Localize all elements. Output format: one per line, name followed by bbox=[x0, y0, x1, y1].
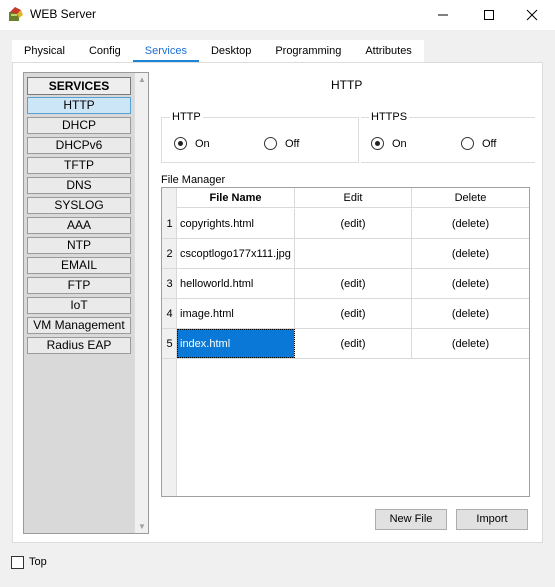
delete-link[interactable]: (delete) bbox=[412, 299, 529, 328]
maximize-icon bbox=[484, 10, 494, 20]
sidebar-scrollbar[interactable]: ▲ ▼ bbox=[134, 73, 148, 533]
https-on-label: On bbox=[392, 137, 407, 150]
sidebar-item-iot[interactable]: IoT bbox=[27, 297, 131, 314]
delete-link[interactable]: (delete) bbox=[412, 329, 529, 358]
minimize-icon bbox=[438, 14, 448, 16]
tab-attributes[interactable]: Attributes bbox=[353, 40, 424, 62]
services-sidebar: SERVICES HTTP DHCP DHCPv6 TFTP DNS SYSLO… bbox=[23, 72, 149, 534]
table-row: 3 helloworld.html (edit) (delete) bbox=[162, 269, 529, 299]
edit-link[interactable]: (edit) bbox=[295, 299, 412, 328]
https-group-label: HTTPS bbox=[369, 111, 410, 123]
https-on-radio[interactable]: On bbox=[371, 137, 407, 150]
footer-bar bbox=[0, 546, 555, 587]
close-button[interactable] bbox=[509, 0, 555, 30]
maximize-button[interactable] bbox=[466, 0, 512, 30]
table-header: File Name Edit Delete bbox=[177, 188, 529, 208]
sidebar-item-vm-management[interactable]: VM Management bbox=[27, 317, 131, 334]
sidebar-item-tftp[interactable]: TFTP bbox=[27, 157, 131, 174]
sidebar-item-http[interactable]: HTTP bbox=[27, 97, 131, 114]
table-row: 5 index.html (edit) (delete) bbox=[162, 329, 529, 359]
delete-link[interactable]: (delete) bbox=[412, 209, 529, 238]
https-off-label: Off bbox=[482, 137, 497, 150]
file-name-cell[interactable]: copyrights.html bbox=[177, 209, 295, 238]
column-header-edit: Edit bbox=[295, 188, 412, 207]
tab-desktop[interactable]: Desktop bbox=[198, 40, 264, 62]
import-button[interactable]: Import bbox=[456, 509, 528, 530]
sidebar-item-dns[interactable]: DNS bbox=[27, 177, 131, 194]
row-number: 3 bbox=[166, 278, 173, 290]
file-name-cell[interactable]: helloworld.html bbox=[177, 269, 295, 298]
scroll-up-icon[interactable]: ▲ bbox=[135, 75, 149, 84]
file-name-cell[interactable]: image.html bbox=[177, 299, 295, 328]
sidebar-item-radius-eap[interactable]: Radius EAP bbox=[27, 337, 131, 354]
edit-link bbox=[295, 239, 412, 268]
radio-selected-icon bbox=[371, 137, 384, 150]
http-group-label: HTTP bbox=[170, 111, 203, 123]
page-title: HTTP bbox=[331, 78, 363, 92]
file-manager-table: File Name Edit Delete 1 copyrights.html … bbox=[161, 187, 530, 497]
radio-selected-icon bbox=[174, 137, 187, 150]
http-off-radio[interactable]: Off bbox=[264, 137, 299, 150]
http-on-radio[interactable]: On bbox=[174, 137, 210, 150]
scroll-down-icon[interactable]: ▼ bbox=[135, 522, 149, 531]
tab-config[interactable]: Config bbox=[76, 40, 133, 62]
table-row: 1 copyrights.html (edit) (delete) bbox=[162, 209, 529, 239]
new-file-button[interactable]: New File bbox=[375, 509, 447, 530]
radio-unselected-icon bbox=[264, 137, 277, 150]
http-group: HTTP On Off bbox=[161, 111, 359, 163]
tab-programming[interactable]: Programming bbox=[263, 40, 354, 62]
row-number: 1 bbox=[166, 218, 173, 230]
tab-bar: Physical Config Services Desktop Program… bbox=[12, 40, 424, 63]
services-header: SERVICES bbox=[27, 77, 131, 95]
sidebar-item-syslog[interactable]: SYSLOG bbox=[27, 197, 131, 214]
column-header-delete: Delete bbox=[454, 192, 487, 204]
row-number: 4 bbox=[166, 308, 173, 320]
sidebar-item-aaa[interactable]: AAA bbox=[27, 217, 131, 234]
file-name-cell[interactable]: cscoptlogo177x111.jpg bbox=[177, 239, 295, 268]
title-bar: WEB Server bbox=[0, 0, 555, 30]
https-group: HTTPS On Off bbox=[361, 111, 535, 163]
edit-link[interactable]: (edit) bbox=[295, 209, 412, 238]
sidebar-item-dhcp[interactable]: DHCP bbox=[27, 117, 131, 134]
row-number: 2 bbox=[166, 248, 173, 260]
sidebar-item-ntp[interactable]: NTP bbox=[27, 237, 131, 254]
http-on-label: On bbox=[195, 137, 210, 150]
services-list: SERVICES HTTP DHCP DHCPv6 TFTP DNS SYSLO… bbox=[25, 74, 133, 532]
packet-tracer-server-icon bbox=[9, 7, 23, 21]
http-off-label: Off bbox=[285, 137, 300, 150]
https-off-radio[interactable]: Off bbox=[461, 137, 496, 150]
table-row: 2 cscoptlogo177x111.jpg (delete) bbox=[162, 239, 529, 269]
tab-services[interactable]: Services bbox=[132, 40, 200, 63]
column-header-file-name: File Name bbox=[177, 188, 295, 207]
delete-link[interactable]: (delete) bbox=[412, 269, 529, 298]
sidebar-item-ftp[interactable]: FTP bbox=[27, 277, 131, 294]
top-checkbox[interactable] bbox=[11, 556, 24, 569]
sidebar-item-email[interactable]: EMAIL bbox=[27, 257, 131, 274]
table-row: 4 image.html (edit) (delete) bbox=[162, 299, 529, 329]
file-name-cell-selected[interactable]: index.html bbox=[177, 329, 295, 358]
window-title: WEB Server bbox=[30, 7, 97, 21]
radio-unselected-icon bbox=[461, 137, 474, 150]
sidebar-item-dhcpv6[interactable]: DHCPv6 bbox=[27, 137, 131, 154]
row-number: 5 bbox=[166, 338, 173, 350]
close-icon bbox=[526, 9, 538, 21]
minimize-button[interactable] bbox=[420, 0, 466, 30]
tab-physical[interactable]: Physical bbox=[12, 40, 77, 62]
file-manager-label: File Manager bbox=[161, 174, 226, 186]
edit-link[interactable]: (edit) bbox=[295, 329, 412, 358]
top-checkbox-label: Top bbox=[29, 556, 47, 568]
edit-link[interactable]: (edit) bbox=[295, 269, 412, 298]
delete-link[interactable]: (delete) bbox=[412, 239, 529, 268]
